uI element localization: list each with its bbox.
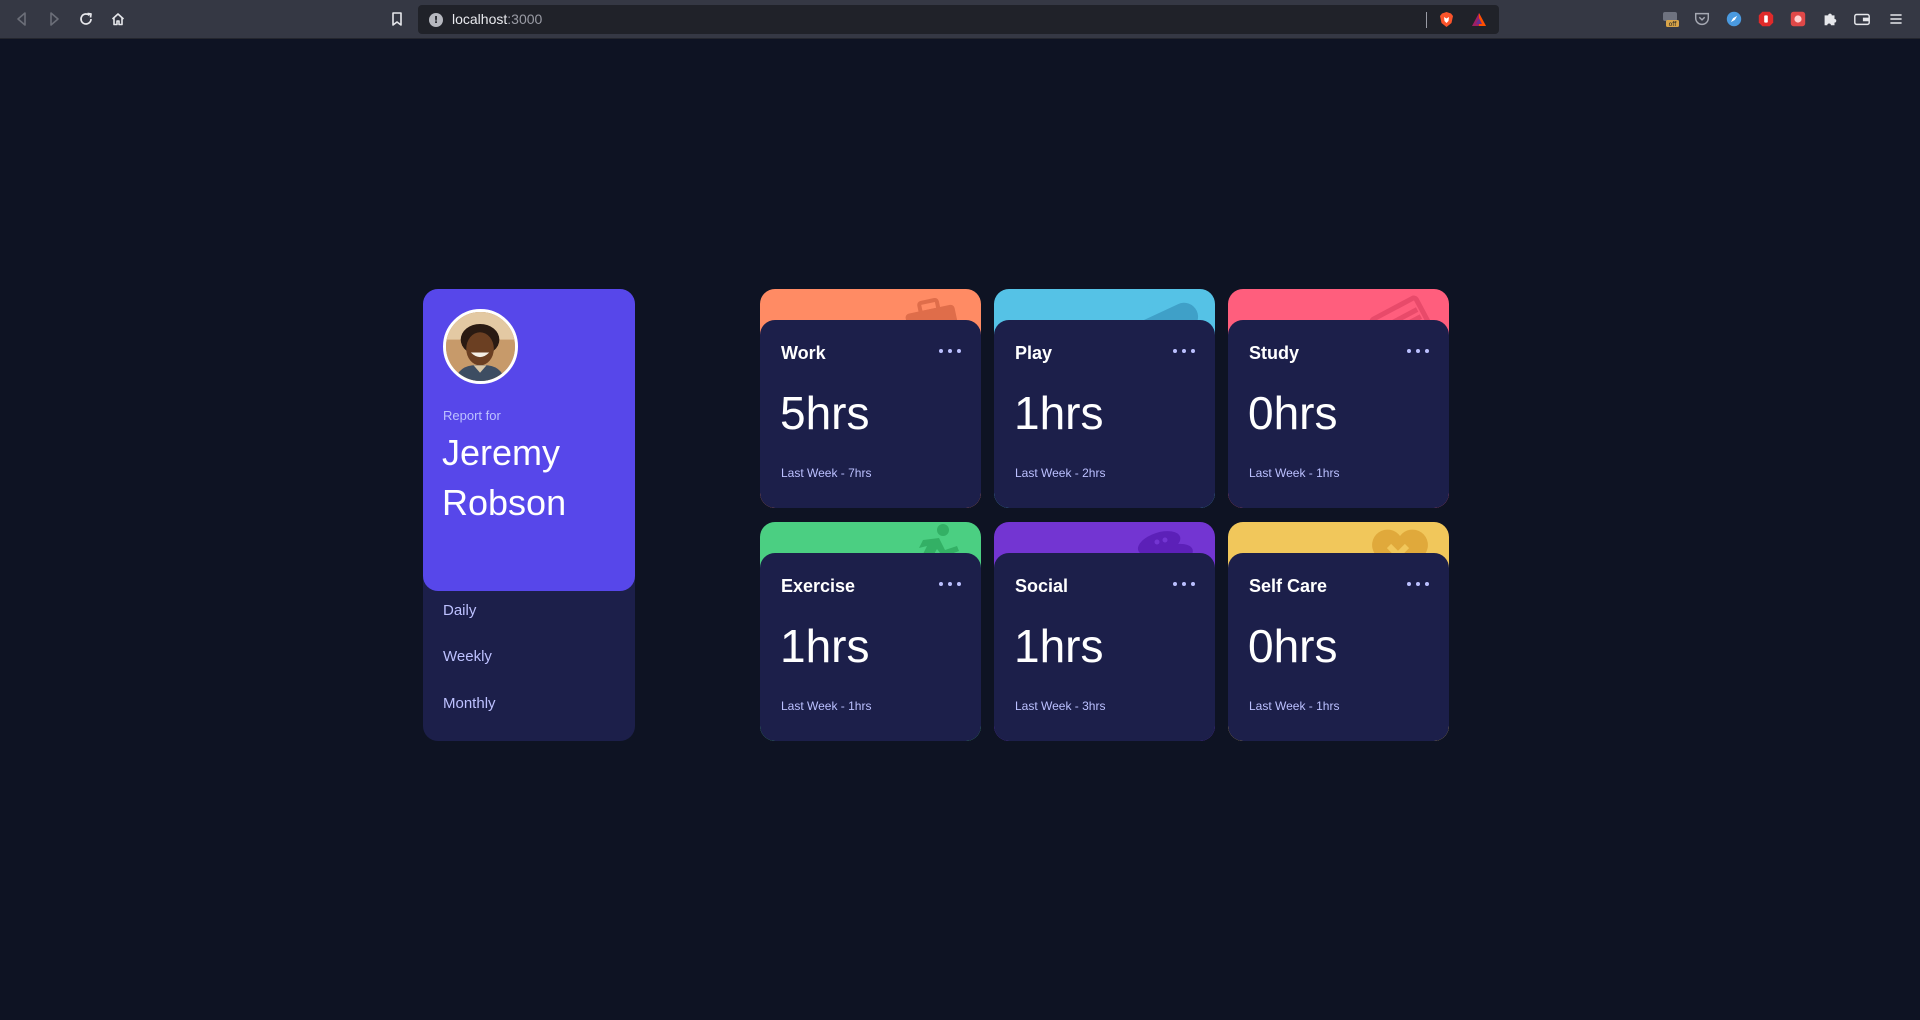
card-title: Play — [1015, 343, 1053, 363]
card-body: Social 1hrs Last Week - 3hrs — [994, 553, 1215, 741]
ellipsis-icon[interactable] — [939, 348, 961, 354]
card-title: Self Care — [1249, 576, 1328, 596]
profile-header: Report for Jeremy Robson — [423, 289, 635, 591]
extension-off-icon[interactable]: off — [1661, 9, 1681, 29]
card-hours: 1hrs — [1014, 620, 1104, 672]
card-last-week: Last Week - 7hrs — [781, 466, 872, 480]
card-last-week: Last Week - 1hrs — [1249, 699, 1340, 713]
card-hours: 1hrs — [1014, 387, 1104, 439]
brave-shields-icon[interactable] — [1438, 11, 1455, 28]
home-button[interactable] — [105, 6, 131, 32]
reload-button[interactable] — [73, 6, 99, 32]
card-last-week: Last Week - 3hrs — [1015, 699, 1106, 713]
url-port: :3000 — [507, 11, 543, 27]
card-title: Study — [1249, 343, 1300, 363]
card-body: Play 1hrs Last Week - 2hrs — [994, 320, 1215, 508]
ellipsis-icon[interactable] — [1407, 348, 1429, 354]
bookmark-button[interactable] — [384, 6, 410, 32]
card-title: Work — [781, 343, 826, 363]
card-last-week: Last Week - 1hrs — [1249, 466, 1340, 480]
user-photo — [446, 312, 515, 381]
card-last-week: Last Week - 1hrs — [781, 699, 872, 713]
adblock-extension-icon[interactable] — [1756, 9, 1776, 29]
url-host: localhost — [452, 11, 508, 27]
wallet-icon[interactable] — [1852, 9, 1872, 29]
urlbar-divider — [1426, 12, 1427, 28]
period-daily[interactable]: Daily — [443, 602, 476, 619]
back-arrow-icon — [17, 12, 26, 26]
extensions-puzzle-icon[interactable] — [1820, 9, 1840, 29]
report-for-label: Report for — [443, 408, 501, 423]
red-extension-icon[interactable] — [1788, 9, 1808, 29]
card-body: Work 5hrs Last Week - 7hrs — [760, 320, 981, 508]
reload-icon — [80, 12, 92, 25]
browser-toolbar: ! localhost:3000 off — [0, 0, 1920, 39]
site-info-icon[interactable]: ! — [429, 13, 443, 27]
address-bar[interactable]: ! localhost:3000 — [418, 5, 1499, 34]
activity-card-exercise: Exercise 1hrs Last Week - 1hrs — [760, 522, 981, 741]
card-hours: 0hrs — [1248, 387, 1338, 439]
url-text: localhost:3000 — [452, 11, 542, 27]
card-title: Social — [1015, 576, 1069, 596]
menu-icon[interactable] — [1886, 9, 1906, 29]
card-title: Exercise — [781, 576, 856, 596]
forward-arrow-icon — [50, 12, 59, 26]
forward-button[interactable] — [41, 6, 67, 32]
period-weekly[interactable]: Weekly — [443, 648, 492, 665]
compass-extension-icon[interactable] — [1724, 9, 1744, 29]
card-hours: 1hrs — [780, 620, 870, 672]
card-body: Exercise 1hrs Last Week - 1hrs — [760, 553, 981, 741]
ellipsis-icon[interactable] — [939, 581, 961, 587]
card-body: Study 0hrs Last Week - 1hrs — [1228, 320, 1449, 508]
period-monthly[interactable]: Monthly — [443, 695, 496, 712]
user-name: Jeremy Robson — [442, 432, 567, 523]
home-icon — [111, 13, 125, 26]
avatar — [443, 309, 518, 384]
activity-card-social: Social 1hrs Last Week - 3hrs — [994, 522, 1215, 741]
profile-card: Report for Jeremy Robson Daily Weekly Mo… — [423, 289, 635, 741]
card-hours: 5hrs — [780, 387, 870, 439]
pocket-icon[interactable] — [1692, 9, 1712, 29]
card-hours: 0hrs — [1248, 620, 1338, 672]
ellipsis-icon[interactable] — [1173, 348, 1195, 354]
ellipsis-icon[interactable] — [1173, 581, 1195, 587]
activity-card-play: Play 1hrs Last Week - 2hrs — [994, 289, 1215, 508]
card-body: Self Care 0hrs Last Week - 1hrs — [1228, 553, 1449, 741]
activity-card-study: Study 0hrs Last Week - 1hrs — [1228, 289, 1449, 508]
brave-rewards-icon[interactable] — [1471, 12, 1487, 27]
activity-card-work: Work 5hrs Last Week - 7hrs — [760, 289, 981, 508]
ellipsis-icon[interactable] — [1407, 581, 1429, 587]
bookmark-icon — [392, 12, 402, 26]
activity-card-self-care: Self Care 0hrs Last Week - 1hrs — [1228, 522, 1449, 741]
card-last-week: Last Week - 2hrs — [1015, 466, 1106, 480]
back-button[interactable] — [9, 6, 35, 32]
svg-text:off: off — [1669, 21, 1678, 28]
